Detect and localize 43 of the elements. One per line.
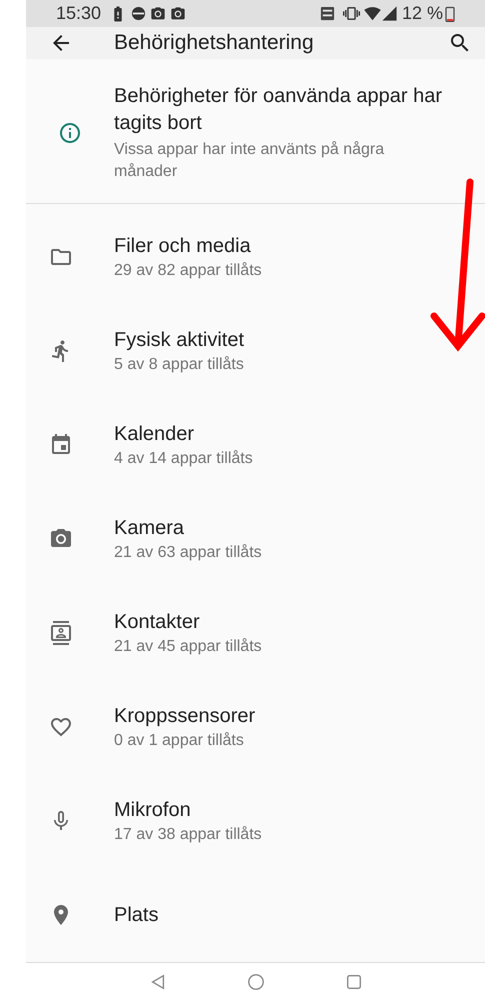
back-triangle-icon[interactable] [148,972,166,990]
permission-subtitle: 17 av 38 appar tillåts [114,824,262,844]
permission-title: Kalender [114,422,196,446]
contact-card-icon [49,621,73,645]
permission-title: Kamera [114,516,186,540]
home-circle-icon[interactable] [246,972,264,990]
permission-item[interactable]: Fysisk aktivitet 5 av 8 appar tillåts [26,304,485,398]
permission-item[interactable]: Mikrofon 17 av 38 appar tillåts [26,774,485,868]
permission-item[interactable]: Plats [26,868,485,962]
permission-subtitle: 21 av 45 appar tillåts [114,636,262,656]
heart-icon [49,715,73,739]
notice-title: Behörigheter för oanvända appar har tagits bort [114,84,444,136]
permission-title: Fysisk aktivitet [114,328,244,352]
camera-outline-icon [170,6,186,22]
permission-item[interactable]: Kontakter 21 av 45 appar tillåts [26,586,485,680]
volte-icon [320,6,335,21]
permission-title: Mikrofon [114,798,192,822]
permission-title: Kroppssensorer [114,704,256,728]
permission-item[interactable]: Kamera 21 av 63 appar tillåts [26,492,485,586]
permission-subtitle: 0 av 1 appar tillåts [114,730,245,750]
recents-square-icon[interactable] [344,972,362,990]
vibrate-icon [342,5,360,22]
app-bar-title: Behörighetshantering [114,30,315,56]
camera-outline-icon [150,6,166,22]
battery-percentage: 12 % [402,2,443,25]
permission-item[interactable]: Kroppssensorer 0 av 1 appar tillåts [26,680,485,774]
info-icon [58,121,82,145]
cellular-signal-icon [380,5,398,22]
wifi-icon [364,5,381,22]
permission-subtitle: 4 av 14 appar tillåts [114,448,253,468]
permission-item[interactable]: Filer och media 29 av 82 appar tillåts [26,210,485,304]
battery-icon [445,6,455,22]
permission-title: Kontakter [114,610,201,634]
permission-title: Filer och media [114,234,252,258]
status-time: 15:30 [56,2,102,25]
calendar-icon [49,433,73,457]
permission-subtitle: 21 av 63 appar tillåts [114,542,262,562]
notice-subtitle: Vissa appar har inte använts på några månader [114,140,386,182]
permission-subtitle: 5 av 8 appar tillåts [114,354,244,374]
permission-subtitle: 29 av 82 appar tillåts [114,260,262,280]
permission-item[interactable]: Kalender 4 av 14 appar tillåts [26,398,485,492]
permission-title: Plats [114,902,158,928]
notice-item[interactable]: Behörigheter för oanvända appar har tagits bort Vissa appar har inte använts på några månader [26,59,485,204]
